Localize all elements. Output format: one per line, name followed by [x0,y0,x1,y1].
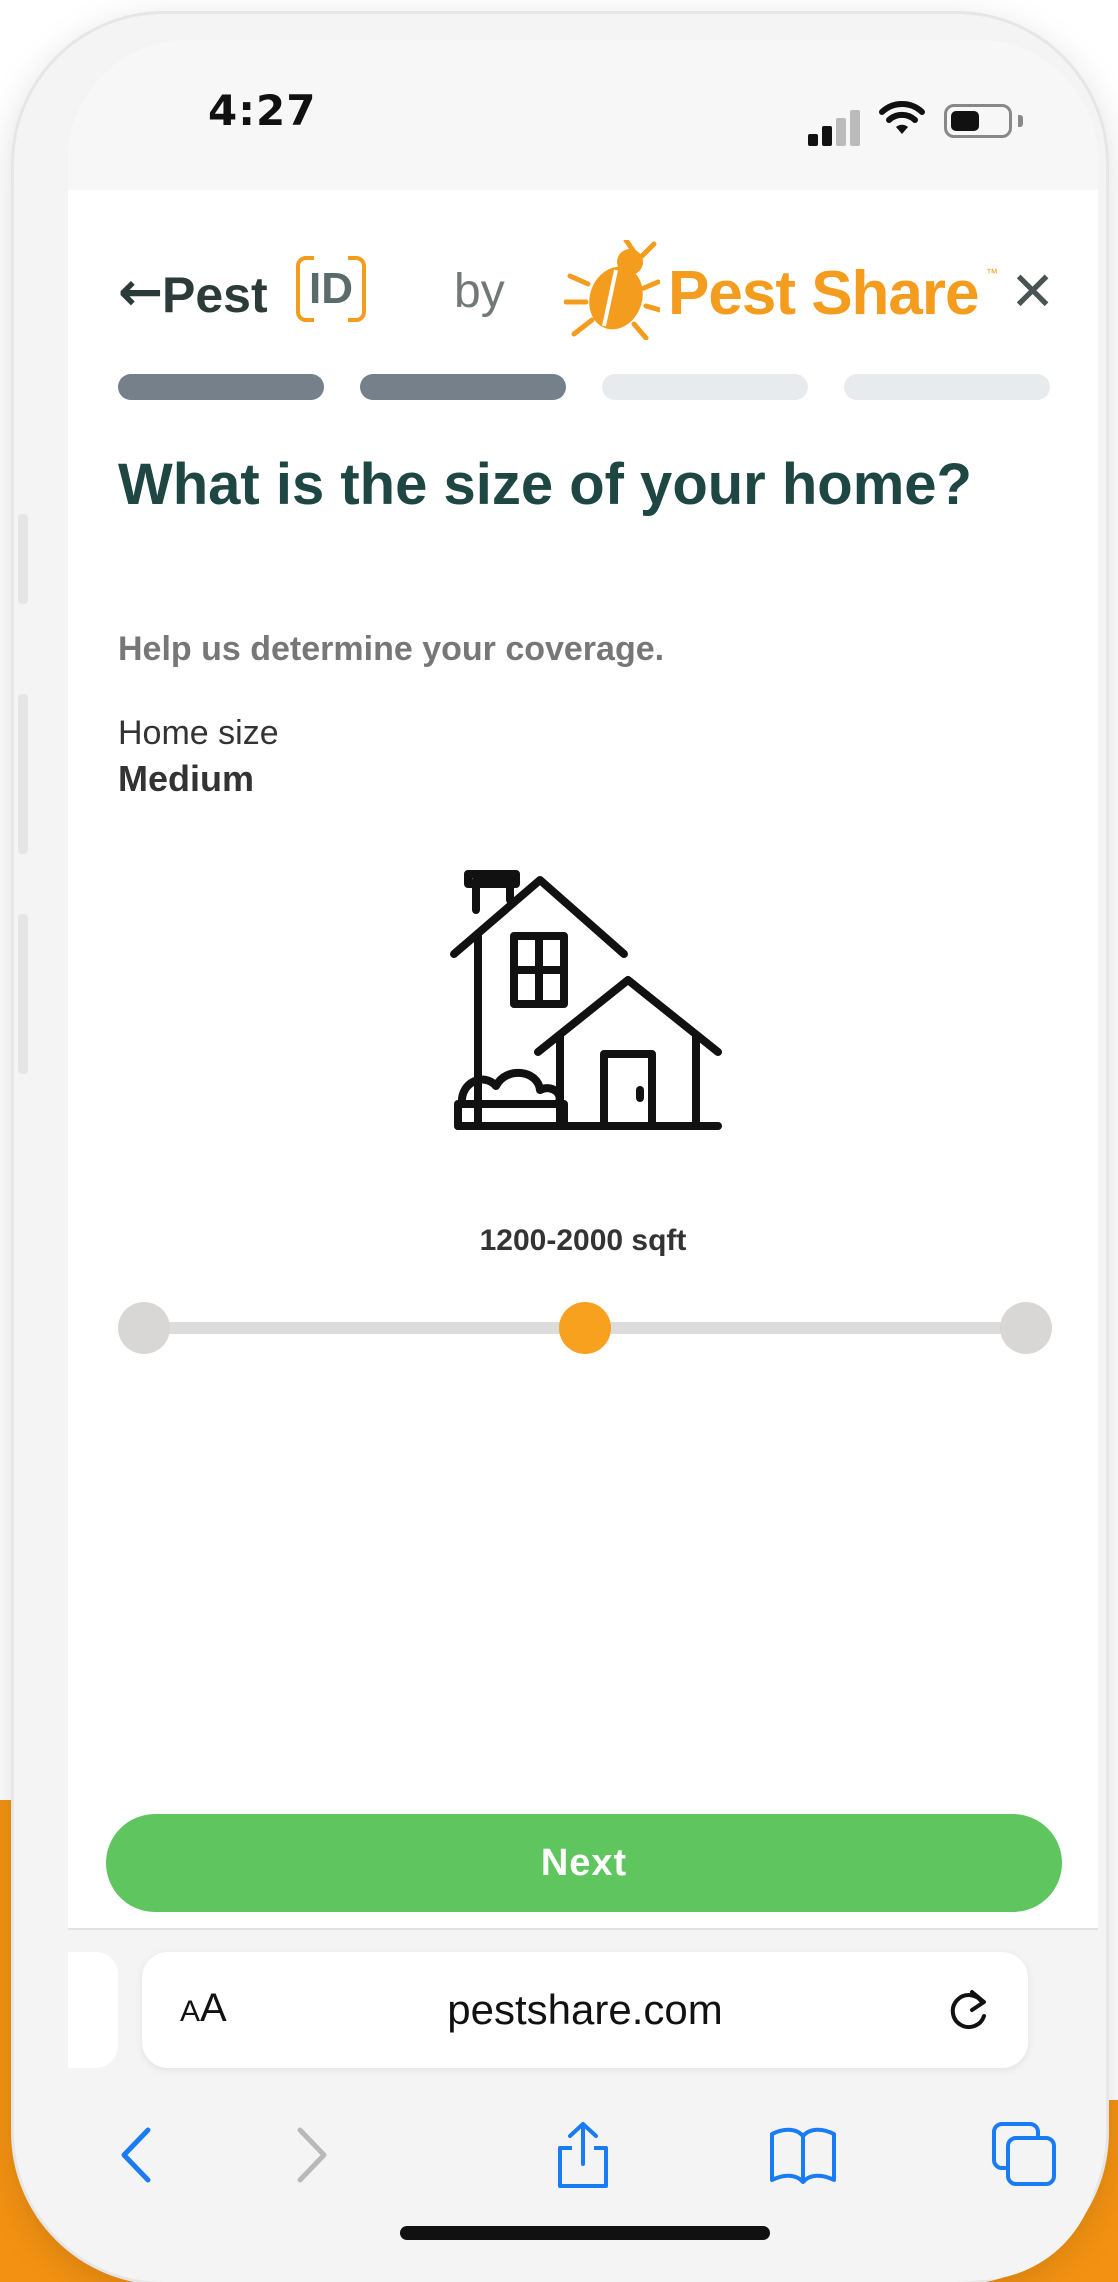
share-icon[interactable] [548,2120,618,2190]
app-header: ← Pest ID by Pest Share ™ ✕ [118,230,1058,340]
status-time: 4:27 [208,86,317,135]
reload-icon[interactable] [942,1980,994,2040]
battery-nub [1018,115,1023,127]
home-size-value: Medium [118,758,255,799]
house-icon [450,870,722,1130]
logo-pest-text: Pest [162,267,268,323]
progress-step [602,374,808,400]
phone-screen: 4:27 ← Pest ID by Pest Share ™ ✕ What is… [68,40,1098,2280]
phone-volume-down-button [18,914,28,1074]
forward-icon[interactable] [274,2120,344,2190]
phone-side-button [18,514,28,604]
tabs-icon[interactable] [990,2120,1060,2190]
next-button[interactable]: Next [106,1814,1062,1912]
progress-step [118,374,324,400]
step-progress [118,374,1050,400]
bookmarks-icon[interactable] [768,2120,838,2190]
bug-icon [564,240,660,340]
back-icon[interactable] [104,2120,174,2190]
status-bar: 4:27 [68,40,1098,190]
home-size-label: Home size [118,714,279,752]
slider-thumb[interactable] [559,1302,611,1354]
close-icon[interactable]: ✕ [1010,260,1055,323]
by-text: by [454,265,505,318]
arrow-left-icon[interactable]: ← [118,260,163,323]
logo-id-badge: ID [296,254,366,324]
home-indicator[interactable] [400,2226,770,2240]
logo-id-text: ID [309,264,353,313]
home-size-range: 1200-2000 sqft [479,1224,687,1257]
address-bar[interactable]: AA pestshare.com [142,1952,1028,2068]
progress-step [844,374,1050,400]
home-size-slider[interactable] [118,1300,1052,1356]
slider-stop-large[interactable] [1000,1302,1052,1354]
previous-tab-preview[interactable] [68,1952,118,2068]
battery-icon [944,104,1012,138]
phone-volume-up-button [18,694,28,854]
slider-stop-small[interactable] [118,1302,170,1354]
question-title: What is the size of your home? [118,452,972,517]
url-text[interactable]: pestshare.com [142,1986,1028,2034]
web-content: ← Pest ID by Pest Share ™ ✕ What is the … [68,190,1098,1930]
progress-step [360,374,566,400]
brand-name: Pest Share [668,259,980,328]
question-helper-text: Help us determine your coverage. [118,630,665,668]
trademark-symbol: ™ [986,266,998,280]
cellular-signal-icon [808,106,860,146]
wifi-icon [879,101,925,134]
phone-frame: 4:27 ← Pest ID by Pest Share ™ ✕ What is… [14,14,1106,2282]
